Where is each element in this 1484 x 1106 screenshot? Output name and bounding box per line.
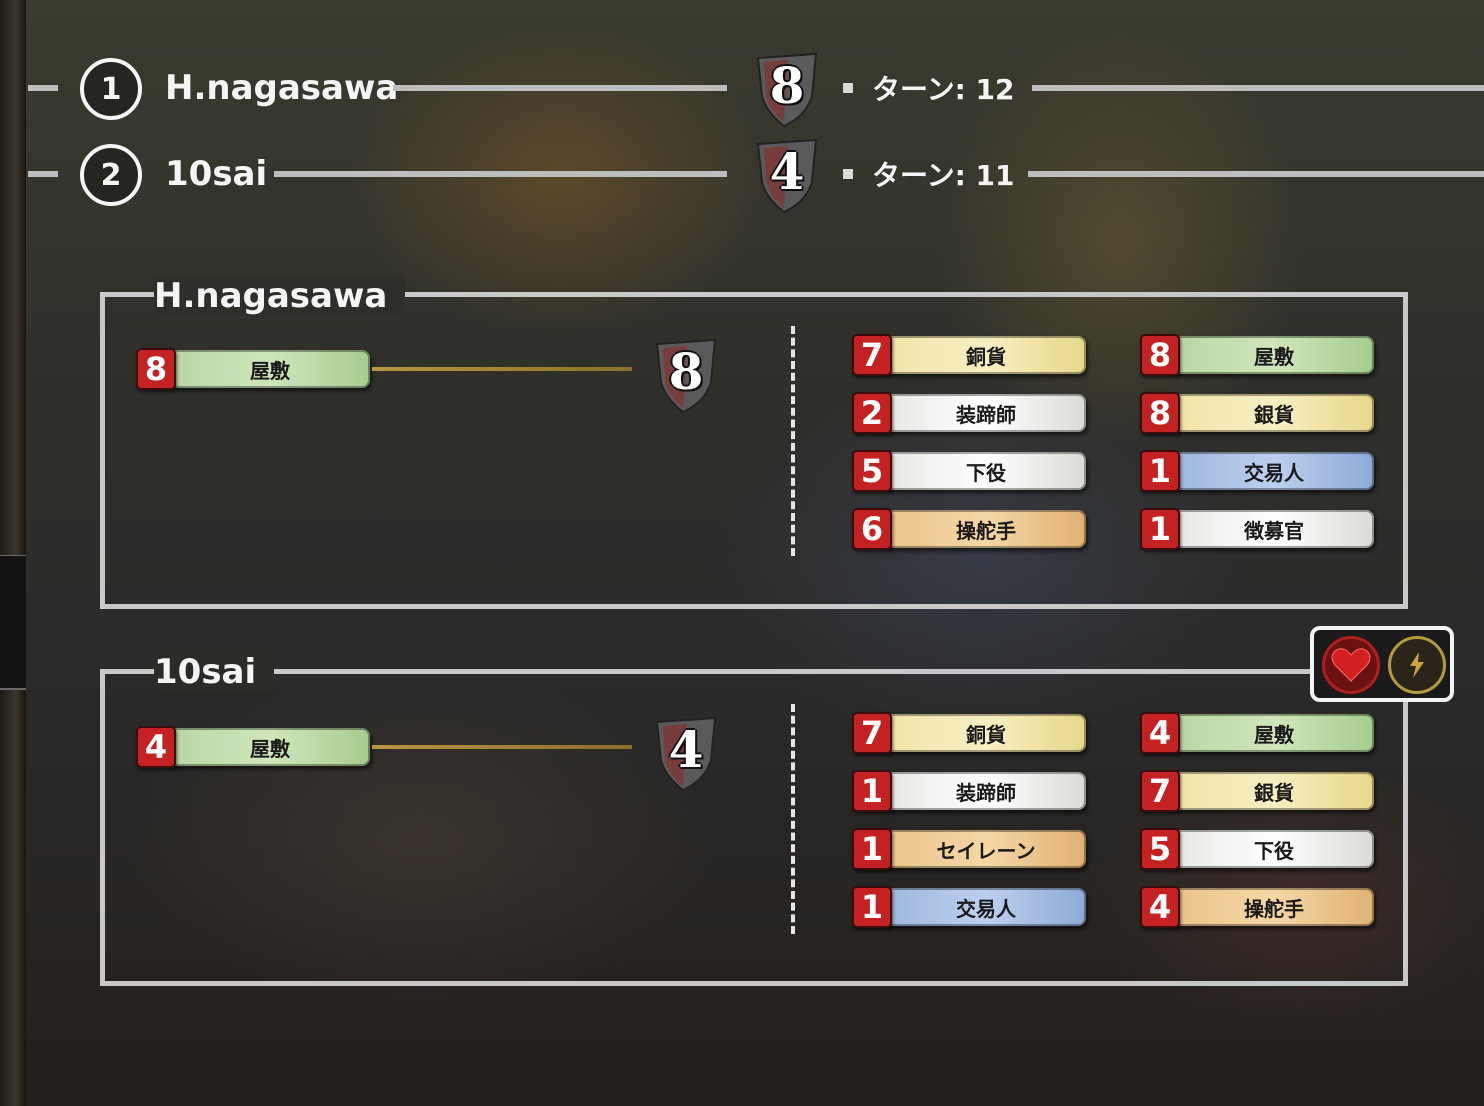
card-count: 8 [1140,334,1180,376]
card-count: 4 [1140,886,1180,928]
dashed-divider [791,326,795,556]
card-label: 下役 [1174,830,1374,868]
scoreboard-row: 1 H.nagasawa 8 ターン: 12 [0,52,1484,128]
deck-card: 1 徴募官 [1140,508,1376,550]
card-label: 装蹄師 [886,772,1086,810]
card-label: 下役 [886,452,1086,490]
rule-line [1032,85,1484,91]
deck-card: 1 セイレーン [852,828,1088,870]
deck-card: 7 銅貨 [852,712,1088,754]
deck-card: 8 屋敷 [1140,334,1376,376]
rank-badge: 2 [80,144,142,206]
turn-count: ターン: 12 [872,73,1015,106]
card-count: 1 [1140,450,1180,492]
card-label: 銅貨 [886,714,1086,752]
deck-card: 6 操舵手 [852,508,1088,550]
card-count: 5 [852,450,892,492]
deck-card: 5 下役 [1140,828,1376,870]
summary-card: 4 屋敷 [136,726,372,768]
card-count: 2 [852,392,892,434]
panel-title: H.nagasawa [154,276,406,316]
card-count: 7 [852,334,892,376]
card-count: 5 [1140,828,1180,870]
card-label: 銀貨 [1174,772,1374,810]
score-value: 4 [668,720,704,779]
separator-dot [843,169,853,179]
victory-point-shield-icon: 4 [754,138,820,214]
card-count: 6 [852,508,892,550]
panel-title: 10sai [154,652,275,692]
deck-card: 5 下役 [852,450,1088,492]
card-count: 8 [136,348,176,390]
card-label: 操舵手 [886,510,1086,548]
connector-line [372,367,632,371]
divider [0,688,26,690]
card-count: 4 [1140,712,1180,754]
score-value: 8 [769,56,805,115]
card-count: 8 [1140,392,1180,434]
card-count: 4 [136,726,176,768]
deck-card: 4 操舵手 [1140,886,1376,928]
scoreboard-row: 2 10sai 4 ターン: 11 [0,138,1484,214]
card-label: 銀貨 [1174,394,1374,432]
deck-card: 7 銀貨 [1140,770,1376,812]
deck-card: 1 交易人 [1140,450,1376,492]
player-name: 10sai [165,154,268,194]
heart-icon[interactable] [1322,636,1380,694]
deck-card: 1 交易人 [852,886,1088,928]
card-label: 装蹄師 [886,394,1086,432]
card-count: 7 [852,712,892,754]
dashed-divider [791,704,795,934]
deck-card: 1 装蹄師 [852,770,1088,812]
card-label: 徴募官 [1174,510,1374,548]
rule-line [393,85,727,91]
victory-point-shield-icon: 4 [653,716,719,792]
card-label: 屋敷 [1174,714,1374,752]
score-value: 8 [668,342,704,401]
deck-card: 4 屋敷 [1140,712,1376,754]
connector-line [372,745,632,749]
reaction-toolbar [1310,626,1454,702]
card-label: セイレーン [886,830,1086,868]
rule-line [274,171,727,177]
card-label: 交易人 [1174,452,1374,490]
card-count: 7 [1140,770,1180,812]
card-label: 屋敷 [170,350,370,388]
card-label: 銅貨 [886,336,1086,374]
deck-card: 2 装蹄師 [852,392,1088,434]
victory-point-shield-icon: 8 [754,52,820,128]
deck-card: 7 銅貨 [852,334,1088,376]
card-count: 1 [852,770,892,812]
separator-dot [843,83,853,93]
summary-card: 8 屋敷 [136,348,372,390]
score-value: 4 [769,142,805,201]
player-name: H.nagasawa [165,68,399,108]
card-count: 1 [852,828,892,870]
lightning-icon[interactable] [1388,636,1446,694]
card-label: 屋敷 [170,728,370,766]
card-label: 屋敷 [1174,336,1374,374]
rule-line [28,171,58,177]
victory-point-shield-icon: 8 [653,338,719,414]
side-panel [0,556,26,688]
card-label: 交易人 [886,888,1086,926]
card-count: 1 [1140,508,1180,550]
turn-count: ターン: 11 [872,159,1015,192]
card-count: 1 [852,886,892,928]
card-label: 操舵手 [1174,888,1374,926]
rule-line [1028,171,1484,177]
rank-badge: 1 [80,58,142,120]
deck-card: 8 銀貨 [1140,392,1376,434]
rule-line [28,85,58,91]
